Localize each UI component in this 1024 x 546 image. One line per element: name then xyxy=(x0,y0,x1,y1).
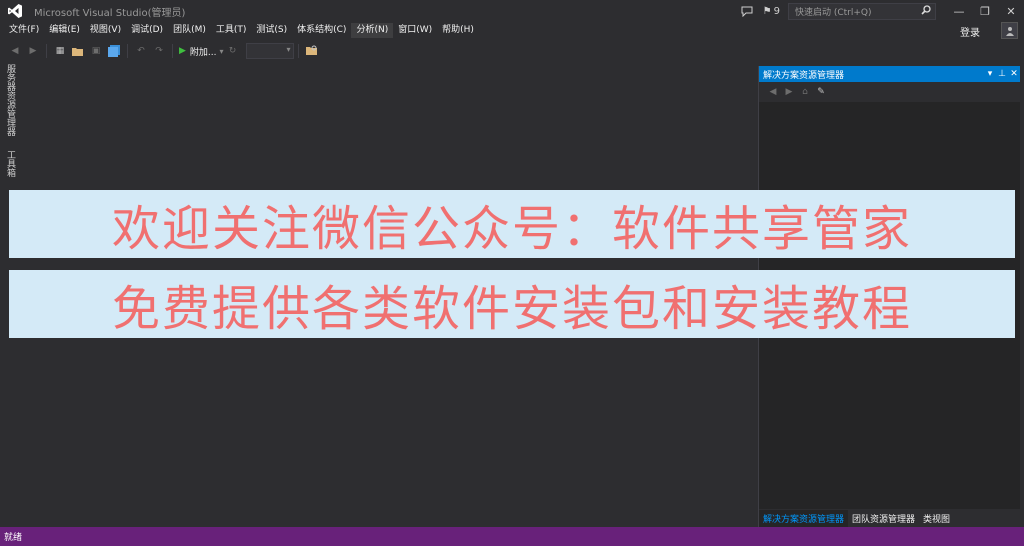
panel-menu-icon[interactable]: ▾ xyxy=(984,69,996,79)
tab-team-explorer[interactable]: 团队资源管理器 xyxy=(848,510,919,527)
navigate-back-icon[interactable]: ◀ xyxy=(8,44,22,58)
menu-edit[interactable]: 编辑(E) xyxy=(44,23,85,38)
title-bar: Microsoft Visual Studio(管理员) ⚑ 9 快速启动 (C… xyxy=(0,0,1024,22)
menu-window[interactable]: 窗口(W) xyxy=(393,23,437,38)
quick-launch-input[interactable]: 快速启动 (Ctrl+Q) xyxy=(788,2,936,20)
status-bar: 就绪 xyxy=(0,527,1024,546)
window-title: Microsoft Visual Studio(管理员) xyxy=(34,7,186,19)
attach-label: 附加... xyxy=(189,47,217,58)
menu-file[interactable]: 文件(F) xyxy=(4,23,44,38)
menu-test[interactable]: 测试(S) xyxy=(251,23,292,38)
refresh-icon[interactable]: ↻ xyxy=(226,44,240,58)
menu-bar: 文件(F) 编辑(E) 视图(V) 调试(D) 团队(M) 工具(T) 测试(S… xyxy=(0,22,1024,39)
solution-explorer-tabs: 解决方案资源管理器 团队资源管理器 类视图 xyxy=(759,509,1021,527)
menu-architecture[interactable]: 体系结构(C) xyxy=(292,23,351,38)
notifications-button[interactable]: ⚑ 9 xyxy=(761,6,780,17)
visual-studio-logo-icon xyxy=(4,0,26,22)
menu-debug[interactable]: 调试(D) xyxy=(126,23,168,38)
flag-icon: ⚑ xyxy=(762,5,772,17)
redo-icon[interactable]: ↷ xyxy=(152,44,166,58)
status-text: 就绪 xyxy=(4,533,23,543)
navigate-forward-icon[interactable]: ▶ xyxy=(26,44,40,58)
solution-explorer-header: 解决方案资源管理器 ▾ ⊥ ✕ xyxy=(759,66,1020,82)
save-all-icon[interactable] xyxy=(107,44,121,58)
find-in-files-icon[interactable] xyxy=(305,44,319,58)
attach-button[interactable]: ▶ 附加... ▾ xyxy=(179,45,224,58)
save-icon[interactable]: ▣ xyxy=(89,44,103,58)
toolbar-divider xyxy=(297,44,299,58)
forward-icon[interactable]: ▶ xyxy=(781,87,797,97)
promo-banner-line2: 免费提供各类软件安装包和安装教程 xyxy=(9,270,1015,338)
home-icon[interactable]: ⌂ xyxy=(797,87,813,97)
menu-team[interactable]: 团队(M) xyxy=(168,23,211,38)
new-project-icon[interactable]: ▦ xyxy=(53,44,67,58)
server-explorer-tab[interactable]: 服务器资源管理器 xyxy=(4,64,16,136)
tab-solution-explorer[interactable]: 解决方案资源管理器 xyxy=(759,509,849,527)
properties-wrench-icon[interactable]: ✎ xyxy=(813,87,829,97)
chevron-down-icon: ▾ xyxy=(219,46,224,56)
close-button[interactable]: ✕ xyxy=(998,0,1024,22)
menu-tools[interactable]: 工具(T) xyxy=(211,23,252,38)
menu-help[interactable]: 帮助(H) xyxy=(437,23,479,38)
feedback-icon[interactable] xyxy=(741,6,753,17)
user-icon xyxy=(1005,26,1014,36)
toolbox-tab[interactable]: 工具箱 xyxy=(4,150,16,177)
restore-button[interactable]: ❐ xyxy=(972,0,998,22)
search-icon xyxy=(921,4,931,18)
pin-icon[interactable]: ⊥ xyxy=(996,69,1008,79)
toolbar-divider xyxy=(172,44,173,58)
quick-launch-placeholder: 快速启动 (Ctrl+Q) xyxy=(795,7,872,18)
close-panel-icon[interactable]: ✕ xyxy=(1008,69,1020,79)
solution-explorer-toolbar: ◀ ▶ ⌂ ✎ xyxy=(759,82,1020,102)
tab-class-view[interactable]: 类视图 xyxy=(919,510,954,527)
back-icon[interactable]: ◀ xyxy=(765,87,781,97)
menu-analyze[interactable]: 分析(N) xyxy=(351,23,394,38)
undo-icon[interactable]: ↶ xyxy=(134,44,148,58)
notification-count: 9 xyxy=(773,5,780,17)
open-file-icon[interactable] xyxy=(71,44,85,58)
toolbar-divider xyxy=(127,44,128,58)
promo-banner-line1: 欢迎关注微信公众号：软件共享管家 xyxy=(9,190,1015,258)
solution-explorer-title: 解决方案资源管理器 xyxy=(763,70,845,81)
play-icon: ▶ xyxy=(179,46,186,56)
minimize-button[interactable]: — xyxy=(946,0,972,22)
sign-in-link[interactable]: 登录 xyxy=(960,24,980,39)
solution-config-dropdown[interactable] xyxy=(245,43,294,59)
account-avatar[interactable] xyxy=(1001,22,1018,39)
menu-view[interactable]: 视图(V) xyxy=(85,23,126,38)
standard-toolbar: ◀ ▶ ▦ ▣ ↶ ↷ ▶ 附加... ▾ ↻ xyxy=(0,40,1024,62)
toolbar-divider xyxy=(46,44,47,58)
